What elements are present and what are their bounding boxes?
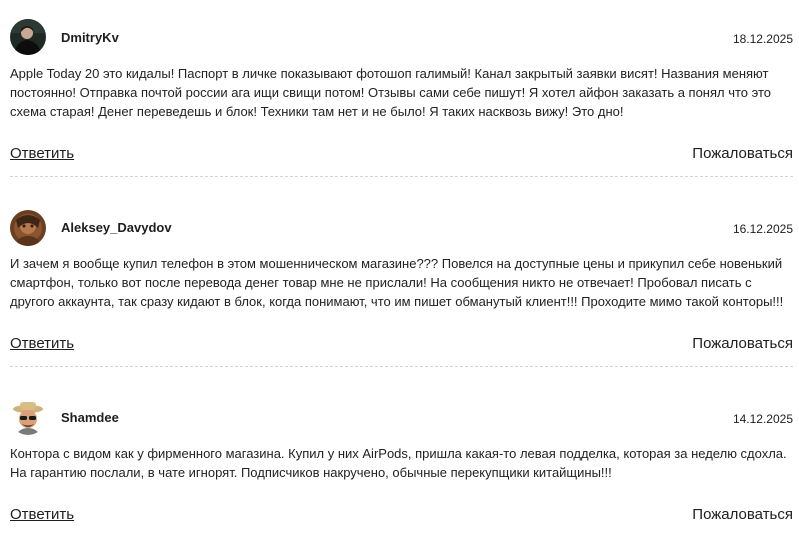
avatar[interactable] <box>10 19 46 55</box>
user-avatar-icon <box>10 399 46 435</box>
report-link[interactable]: Пожаловаться <box>692 506 793 523</box>
divider <box>10 366 793 367</box>
review-text: Контора с видом как у фирменного магазин… <box>10 446 787 480</box>
reply-link[interactable]: Ответить <box>10 145 74 162</box>
reply-link[interactable]: Ответить <box>10 506 74 523</box>
review-date: 14.12.2025 <box>732 412 793 426</box>
reply-link[interactable]: Ответить <box>10 335 74 352</box>
review-author: Aleksey_Davydov <box>61 220 172 235</box>
review-text: И зачем я вообще купил телефон в этом мо… <box>10 256 784 309</box>
review-author: Shamdee <box>61 410 119 425</box>
avatar[interactable] <box>10 399 46 435</box>
review-author: DmitryKv <box>61 30 119 45</box>
divider <box>10 176 793 177</box>
user-avatar-icon <box>10 210 46 246</box>
report-link[interactable]: Пожаловаться <box>692 335 793 352</box>
user-avatar-icon <box>10 19 46 55</box>
avatar[interactable] <box>10 210 46 246</box>
report-link[interactable]: Пожаловаться <box>692 145 793 162</box>
review-date: 16.12.2025 <box>732 222 793 236</box>
review-text: Apple Today 20 это кидалы! Паспорт в лич… <box>10 66 772 119</box>
review-date: 18.12.2025 <box>732 32 793 46</box>
